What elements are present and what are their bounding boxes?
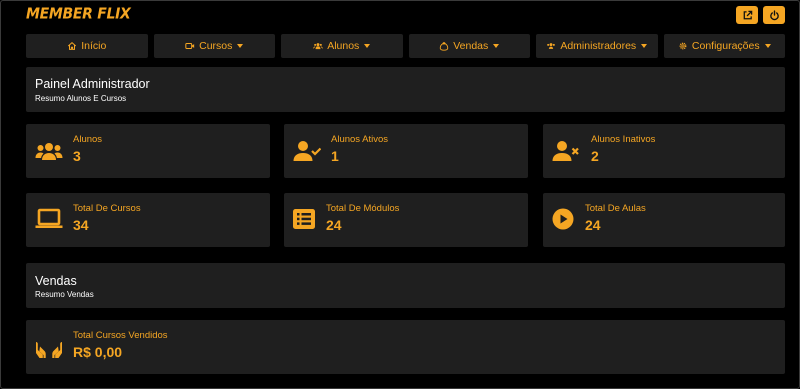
stat-label: Total Cursos Vendidos: [73, 330, 168, 341]
caret-down-icon: [764, 44, 771, 48]
users-icon: [313, 43, 323, 50]
stat-value: 24: [326, 217, 342, 233]
stat-card-alunos-ativos[interactable]: Alunos Ativos 1: [284, 124, 528, 178]
nav-label: Cursos: [199, 40, 233, 52]
logout-button[interactable]: [763, 6, 785, 24]
stat-card-total-cursos-vendidos[interactable]: Total Cursos Vendidos R$ 0,00: [26, 320, 785, 374]
stat-card-total-aulas[interactable]: Total De Aulas 24: [543, 193, 785, 247]
stat-card-total-cursos[interactable]: Total De Cursos 34: [26, 193, 270, 247]
home-icon: [68, 41, 77, 50]
admin-panel-header: Painel Administrador Resumo Alunos E Cur…: [26, 67, 785, 112]
nav-label: Administradores: [560, 40, 637, 52]
panel-title: Vendas: [35, 274, 77, 288]
stat-card-alunos[interactable]: Alunos 3: [26, 124, 270, 178]
nav-item-cursos[interactable]: Cursos: [153, 34, 275, 58]
stat-label: Alunos Ativos: [331, 134, 389, 145]
stat-label: Alunos Inativos: [591, 134, 656, 145]
caret-down-icon: [641, 44, 648, 48]
stat-value: 2: [591, 148, 599, 164]
stat-value: 34: [73, 217, 89, 233]
stat-value: R$ 0,00: [73, 344, 123, 360]
top-bar: MEMBER FLIX: [0, 0, 800, 30]
power-icon: [769, 9, 779, 20]
gear-icon: [679, 42, 687, 50]
caret-down-icon: [237, 44, 244, 48]
laptop-icon: [35, 208, 63, 228]
stat-card-alunos-inativos[interactable]: Alunos Inativos 2: [543, 124, 785, 178]
stat-label: Total De Cursos: [73, 203, 141, 214]
panel-subtitle: Resumo Vendas: [35, 290, 94, 299]
panel-subtitle: Resumo Alunos E Cursos: [35, 94, 127, 103]
nav-label: Alunos: [327, 40, 360, 52]
users-cog-icon: [547, 43, 556, 49]
nav-item-inicio[interactable]: Início: [26, 34, 148, 58]
play-circle-icon: [552, 208, 574, 230]
stat-value: 24: [585, 217, 601, 233]
stat-label: Total De Módulos: [326, 203, 400, 214]
stat-card-total-modulos[interactable]: Total De Módulos 24: [284, 193, 528, 247]
main-nav: Início Cursos Alunos Vendas Administrado…: [26, 34, 785, 58]
money-bag-icon: [440, 42, 449, 51]
external-link-button[interactable]: [736, 6, 758, 24]
stat-label: Alunos: [73, 134, 103, 145]
nav-label: Vendas: [453, 40, 489, 52]
nav-label: Início: [81, 40, 107, 52]
caret-down-icon: [493, 44, 500, 48]
nav-item-vendas[interactable]: Vendas: [408, 34, 530, 58]
nav-label: Configurações: [691, 40, 760, 52]
nav-item-administradores[interactable]: Administradores: [536, 34, 658, 58]
stat-value: 1: [331, 148, 339, 164]
nav-item-alunos[interactable]: Alunos: [281, 34, 403, 58]
list-icon: [293, 209, 315, 229]
video-icon: [185, 43, 195, 49]
external-link-icon: [743, 10, 752, 19]
stat-value: 3: [73, 148, 81, 164]
stat-label: Total De Aulas: [585, 203, 646, 214]
nav-item-configuracoes[interactable]: Configurações: [663, 34, 785, 58]
caret-down-icon: [364, 44, 371, 48]
logo[interactable]: MEMBER FLIX: [26, 5, 131, 23]
user-check-icon: [293, 141, 321, 161]
users-icon: [35, 143, 63, 160]
panel-title: Painel Administrador: [35, 77, 150, 91]
hands-icon: [36, 342, 62, 358]
user-times-icon: [552, 141, 579, 161]
sales-panel-header: Vendas Resumo Vendas: [26, 263, 785, 308]
